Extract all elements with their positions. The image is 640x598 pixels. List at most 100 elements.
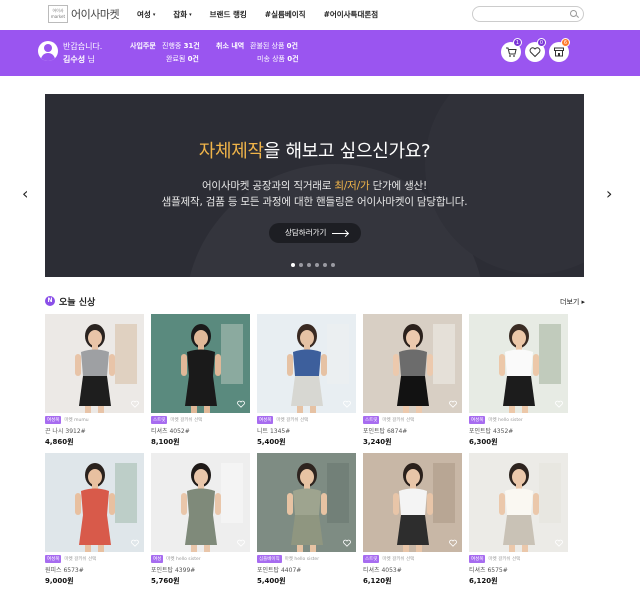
product-thumbnail[interactable] [363,314,462,413]
banner-next-arrow[interactable]: › [606,184,612,203]
product-thumbnail[interactable] [45,314,144,413]
cancel-refund[interactable]: 환불된 상품 0건 [250,41,298,51]
product-name[interactable]: 티셔츠 4052# [151,426,250,435]
heart-icon[interactable] [555,539,563,547]
seller-name[interactable]: 마켓 hello sister [285,556,319,562]
logo[interactable]: 어이사 market 어이사마켓 [48,5,120,23]
product-thumbnail[interactable] [469,314,568,413]
seller-name[interactable]: 마켓 걸키쉬 선택 [382,417,414,423]
heart-icon[interactable] [343,539,351,547]
seller-name[interactable]: 마켓 걸키쉬 선택 [488,556,520,562]
product-card[interactable]: 여성복 마켓 걸키쉬 선택 티셔츠 6575# 6,120원 [469,453,568,586]
product-thumbnail[interactable] [151,314,250,413]
product-card[interactable]: 여성복 마켓 걸키쉬 선택니트 1345# 5,400원 [257,314,356,447]
product-name[interactable]: 끈 나시 3912# [45,426,144,435]
product-price: 5,400원 [257,438,286,446]
nav-label: #어이사특대론점 [323,10,379,19]
nav-item-brand-ranking[interactable]: 브랜드 랭킹 [210,9,247,20]
nav-item-accessories[interactable]: 잡화 ▾ [173,9,191,20]
nav-item-women[interactable]: 여성 ▾ [137,9,155,20]
cancel-missing-label: 미송 상품 [257,55,285,63]
avatar[interactable] [38,41,58,61]
consult-button[interactable]: 상담하러가기 [269,223,361,243]
heart-icon[interactable] [237,539,245,547]
product-card[interactable]: 여성복 마켓 hello sister 포인트탑 4352# 6,300원 [469,314,568,447]
nav-item-basic[interactable]: #실름베이직 [265,9,306,20]
orders-pending-count: 31건 [183,42,200,50]
search-icon[interactable] [570,10,577,17]
orders-pending[interactable]: 진행중 31건 [162,41,200,51]
more-link[interactable]: 더보기 ▸ [560,297,585,307]
heart-icon[interactable] [131,400,139,408]
member-bar: 반갑습니다. 김수성 님 사입주문 진행중 31건 완료됨 0건 취소 내역 환… [0,30,640,76]
seller-name[interactable]: 마켓 hello sister [488,417,522,423]
product-card[interactable]: 여성복 마켓 mumu 끈 나시 3912# 4,860원 [45,314,144,447]
pagination-dot[interactable] [291,263,295,267]
seller-name[interactable]: 마켓 mumu [64,417,88,423]
banner-line-1: 어이사마켓 공장과의 직거래로 최/저/가 단가에 생산! [45,178,584,193]
orders-pending-label: 진행중 [162,42,182,50]
product-card[interactable]: 스트릿 마켓 걸키쉬 선택 티셔츠 4052# 8,100원 [151,314,250,447]
product-name[interactable]: 포인트탑 4407# [257,565,356,574]
pagination-dot[interactable] [323,263,327,267]
heart-icon[interactable] [237,400,245,408]
banner-line-2: 샘플제작, 검품 등 모든 과정에 대한 핸들링은 어이사마켓이 담당합니다. [161,196,468,208]
product-image [363,314,462,413]
heart-icon[interactable] [449,539,457,547]
seller-name[interactable]: 마켓 걸키쉬 선택 [64,556,96,562]
search-input[interactable] [472,6,584,22]
cancel-missing[interactable]: 미송 상품 0건 [257,54,299,64]
heart-icon[interactable] [343,400,351,408]
banner-pagination [291,263,335,267]
seller-name[interactable]: 마켓 hello sister [166,556,200,562]
logo-mark: 어이사 market [48,5,68,23]
product-card[interactable]: 심플베이직 마켓 hello sister 포인트탑 4407# 5,400원 [257,453,356,586]
product-thumbnail[interactable] [45,453,144,552]
banner-line-1a: 어이사마켓 공장과의 직거래로 [201,180,335,192]
product-thumbnail[interactable] [257,314,356,413]
product-image [363,453,462,552]
seller-name[interactable]: 마켓 걸키쉬 선택 [382,556,414,562]
category-badge: 심플베이직 [257,554,282,563]
pagination-dot[interactable] [315,263,319,267]
nav-item-special[interactable]: #어이사특대론점 [324,9,379,20]
product-card[interactable]: 여성복 마켓 걸키쉬 선택 원피스 6573# 9,000원 [45,453,144,586]
product-thumbnail[interactable] [151,453,250,552]
product-price: 6,300원 [469,438,498,446]
product-thumbnail[interactable] [363,453,462,552]
product-meta: 여성복 마켓 걸키쉬 선택 [257,415,356,424]
cart-icon [506,47,517,57]
product-card[interactable]: 스트릿 마켓 걸키쉬 선택 티셔츠 4053# 6,120원 [363,453,462,586]
category-badge: 여성복 [45,415,62,424]
orders-done[interactable]: 완료됨 0건 [166,54,199,64]
product-name[interactable]: 티셔츠 6575# [469,565,568,574]
product-card[interactable]: 스트릿 마켓 걸키쉬 선택 포인트탑 6874# 3,240원 [363,314,462,447]
banner-prev-arrow[interactable]: ‹ [22,184,28,203]
category-badge: 여성 [151,554,164,563]
pagination-dot[interactable] [299,263,303,267]
pagination-dot[interactable] [331,263,335,267]
product-image [151,314,250,413]
product-name[interactable]: 포인트탑 4352# [469,426,568,435]
pagination-dot[interactable] [307,263,311,267]
product-card[interactable]: 여성 마켓 hello sister 포인트탑 4399# 5,760원 [151,453,250,586]
category-badge: 여성복 [469,415,486,424]
heart-icon[interactable] [555,400,563,408]
seller-name[interactable]: 마켓 걸키쉬 선택 [170,417,202,423]
product-name[interactable]: 니트 1345# [257,426,356,435]
heart-icon[interactable] [131,539,139,547]
hero-banner[interactable]: 자체제작을 해보고 싶으신가요? 어이사마켓 공장과의 직거래로 최/저/가 단… [45,94,584,277]
seller-name[interactable]: 마켓 걸키쉬 선택 [276,417,308,423]
product-meta: 여성복 마켓 mumu [45,415,144,424]
cancel-refund-count: 0건 [286,42,298,50]
product-name[interactable]: 티셔츠 4053# [363,565,462,574]
orders-done-count: 0건 [187,55,199,63]
product-name[interactable]: 원피스 6573# [45,565,144,574]
product-name[interactable]: 포인트탑 4399# [151,565,250,574]
product-thumbnail[interactable] [469,453,568,552]
product-thumbnail[interactable] [257,453,356,552]
wishlist-badge: 0 [537,38,546,47]
product-meta: 심플베이직 마켓 hello sister [257,554,356,563]
product-name[interactable]: 포인트탑 6874# [363,426,462,435]
heart-icon[interactable] [449,400,457,408]
